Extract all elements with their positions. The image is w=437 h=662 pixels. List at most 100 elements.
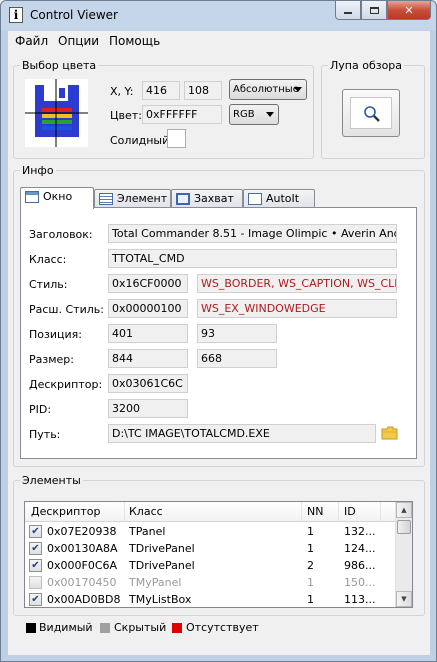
- scroll-thumb[interactable]: [397, 520, 411, 534]
- color-zoom-preview: [25, 79, 88, 147]
- legend-visible-swatch: [26, 623, 36, 633]
- column-id[interactable]: ID: [344, 505, 356, 518]
- app-icon: i: [9, 7, 23, 23]
- window-icon: [25, 191, 39, 203]
- row-checkbox[interactable]: ✔: [29, 525, 42, 538]
- maximize-icon: [369, 6, 379, 14]
- tab-capture[interactable]: Захват: [171, 189, 243, 208]
- xy-label: X, Y:: [110, 85, 134, 98]
- table-row[interactable]: ✔ 0x00130A8A TDrivePanel 1 124...: [25, 540, 396, 557]
- color-format-select[interactable]: RGB: [229, 104, 279, 125]
- handle-label: Дескриптор:: [29, 378, 103, 391]
- style-flags-field[interactable]: WS_BORDER, WS_CAPTION, WS_CLI: [197, 274, 397, 293]
- magnifier-group-label: Лупа обзора: [330, 59, 403, 72]
- exstyle-flags-field[interactable]: WS_EX_WINDOWEDGE: [197, 299, 397, 318]
- caption-label: Заголовок:: [29, 228, 93, 241]
- color-picker-group-label: Выбор цвета: [22, 59, 97, 72]
- solid-color-swatch: [167, 129, 186, 148]
- position-label: Позиция:: [29, 328, 82, 341]
- coord-mode-value: Абсолютные: [233, 84, 299, 95]
- legend-hidden-swatch: [100, 623, 110, 633]
- row-handle: 0x00130A8A: [47, 542, 118, 555]
- color-label: Цвет:: [110, 109, 142, 122]
- magnifier-button[interactable]: [342, 89, 400, 137]
- table-row[interactable]: ✔ 0x00AD0BD8 TMyListBox 1 113...: [25, 591, 396, 607]
- path-label: Путь:: [29, 428, 61, 441]
- style-hex-field[interactable]: 0x16CF0000: [108, 274, 188, 293]
- close-button[interactable]: ✕: [387, 1, 431, 20]
- maximize-button[interactable]: [361, 1, 387, 20]
- row-nn: 1: [307, 576, 314, 589]
- chevron-down-icon: [294, 87, 302, 92]
- exstyle-hex-field[interactable]: 0x00000100: [108, 299, 188, 318]
- title-bar[interactable]: i Control Viewer ✕: [1, 1, 436, 31]
- scroll-up-icon[interactable]: ▲: [396, 502, 412, 518]
- tab-element[interactable]: Элемент: [94, 189, 171, 208]
- elements-group-label: Элементы: [22, 474, 81, 487]
- height-field[interactable]: 668: [197, 349, 277, 368]
- main-window: i Control Viewer ✕ Файл Опции Помощь Выб…: [0, 0, 437, 662]
- row-id: 150...: [344, 576, 376, 589]
- row-checkbox[interactable]: ✔: [29, 593, 42, 606]
- table-row[interactable]: ✔ 0x000F0C6A TDrivePanel 2 986...: [25, 557, 396, 574]
- tab-autoit-label: AutoIt: [266, 192, 300, 205]
- color-format-value: RGB: [233, 109, 255, 120]
- coord-mode-select[interactable]: Абсолютные: [229, 79, 307, 100]
- solid-label: Солидный:: [110, 134, 173, 147]
- row-nn: 1: [307, 542, 314, 555]
- caption-field[interactable]: Total Commander 8.51 - Image Olimpic • A…: [108, 224, 397, 243]
- client-area: Файл Опции Помощь Выбор цвета X, Y: 416 …: [8, 31, 430, 655]
- row-checkbox[interactable]: ✔: [29, 542, 42, 555]
- menu-options[interactable]: Опции: [58, 34, 99, 48]
- pid-field[interactable]: 3200: [108, 399, 188, 418]
- legend-hidden-label: Скрытый: [114, 621, 167, 634]
- tab-window[interactable]: Окно: [20, 187, 94, 209]
- row-id: 986...: [344, 559, 376, 572]
- row-id: 124...: [344, 542, 376, 555]
- width-field[interactable]: 844: [108, 349, 188, 368]
- row-nn: 1: [307, 593, 314, 606]
- minimize-icon: [344, 12, 352, 14]
- column-nn[interactable]: NN: [307, 505, 323, 518]
- pid-label: PID:: [29, 403, 52, 416]
- row-checkbox[interactable]: ✔: [29, 559, 42, 572]
- menu-file[interactable]: Файл: [15, 34, 48, 48]
- y-coord-field: 108: [184, 81, 222, 100]
- elements-list[interactable]: Дескриптор Класс NN ID ✔ 0x07E20938 TPan…: [24, 501, 413, 608]
- menu-help[interactable]: Помощь: [109, 34, 160, 48]
- open-folder-icon[interactable]: [381, 426, 398, 440]
- chevron-down-icon: [266, 112, 274, 117]
- position-y-field[interactable]: 93: [197, 324, 277, 343]
- row-nn: 2: [307, 559, 314, 572]
- tab-capture-label: Захват: [194, 192, 234, 205]
- row-checkbox[interactable]: [29, 576, 42, 589]
- style-label: Стиль:: [29, 278, 68, 291]
- row-id: 132...: [344, 525, 376, 538]
- element-icon: [99, 193, 113, 205]
- table-row[interactable]: ✔ 0x07E20938 TPanel 1 132...: [25, 523, 396, 540]
- window-title: Control Viewer: [30, 8, 118, 22]
- column-class[interactable]: Класс: [129, 505, 163, 518]
- tab-element-label: Элемент: [117, 192, 168, 205]
- class-field[interactable]: TTOTAL_CMD: [108, 249, 397, 268]
- legend-missing-swatch: [172, 623, 182, 633]
- size-label: Размер:: [29, 353, 74, 366]
- scroll-down-icon[interactable]: ▼: [396, 591, 412, 607]
- legend-visible-label: Видимый: [39, 621, 93, 634]
- close-icon: ✕: [404, 3, 414, 17]
- table-row[interactable]: 0x00170450 TMyPanel 1 150...: [25, 574, 396, 591]
- row-class: TDrivePanel: [129, 542, 195, 555]
- color-value-field: 0xFFFFFF: [142, 105, 222, 124]
- capture-icon: [176, 193, 190, 205]
- column-handle[interactable]: Дескриптор: [31, 505, 101, 518]
- handle-field[interactable]: 0x03061C6C: [108, 374, 188, 393]
- elements-scrollbar[interactable]: ▲ ▼: [395, 502, 412, 607]
- tab-autoit[interactable]: AutoIt: [243, 189, 315, 208]
- path-field[interactable]: D:\TC IMAGE\TOTALCMD.EXE: [108, 424, 376, 443]
- row-id: 113...: [344, 593, 376, 606]
- minimize-button[interactable]: [335, 1, 361, 20]
- row-nn: 1: [307, 525, 314, 538]
- position-x-field[interactable]: 401: [108, 324, 188, 343]
- row-handle: 0x00AD0BD8: [47, 593, 121, 606]
- tab-window-label: Окно: [43, 190, 73, 203]
